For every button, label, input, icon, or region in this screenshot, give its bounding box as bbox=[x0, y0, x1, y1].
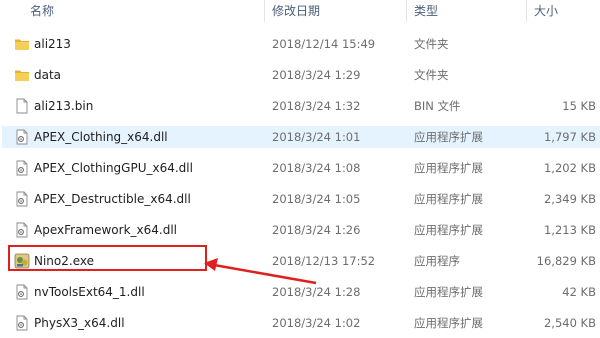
annotation-arrow bbox=[204, 258, 317, 285]
